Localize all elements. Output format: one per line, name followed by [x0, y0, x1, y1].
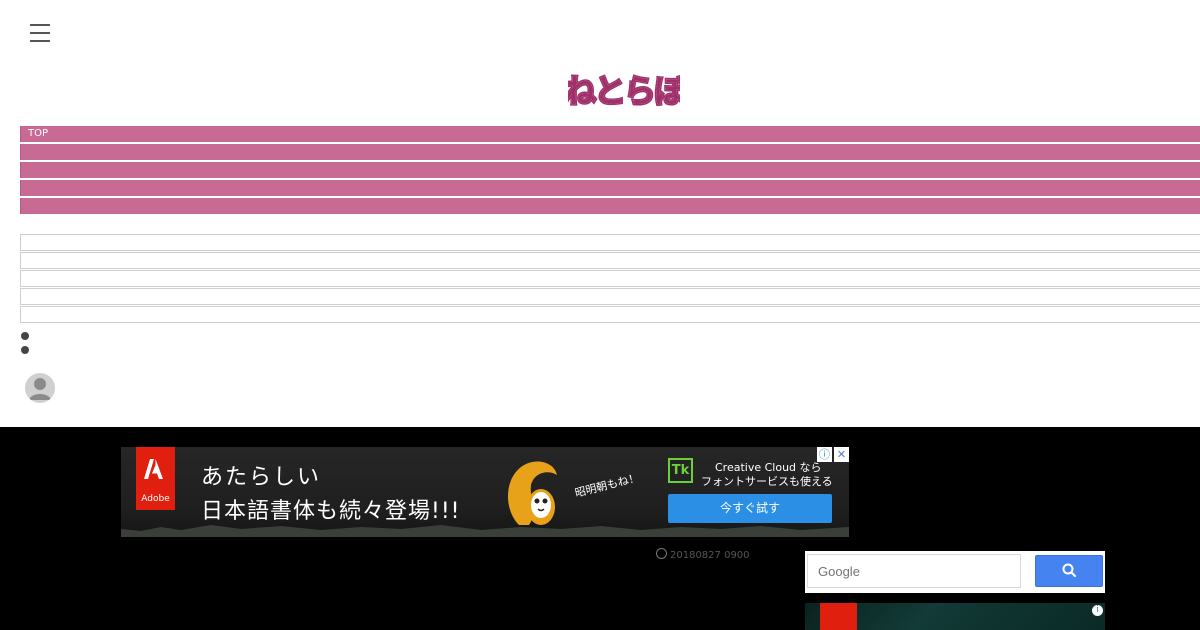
- search-icon: [1062, 563, 1077, 578]
- hamburger-icon[interactable]: [30, 24, 50, 42]
- sub-nav-item[interactable]: [20, 252, 1200, 269]
- user-icon: [25, 373, 55, 403]
- svg-text:ねとらぼ: ねとらぼ: [568, 72, 680, 110]
- adobe-logo: [820, 603, 857, 630]
- search-input[interactable]: [807, 554, 1021, 588]
- sub-nav: [20, 234, 1200, 324]
- main-nav: TOP: [20, 126, 1200, 216]
- adobe-icon: [144, 459, 163, 479]
- ad-slogan: 昭明朝もね！: [573, 471, 641, 500]
- ad-banner[interactable]: Adobe あたらしい 日本語書体も続々登場!!! 昭明朝もね！ Tk Crea…: [121, 447, 849, 537]
- clock-icon: [656, 548, 667, 559]
- adobe-logo: Adobe: [136, 447, 175, 510]
- adobe-label: Adobe: [141, 494, 170, 504]
- info-icon[interactable]: ⓘ: [817, 447, 832, 462]
- nav-item-top[interactable]: TOP: [20, 126, 1200, 142]
- nav-item[interactable]: [20, 162, 1200, 178]
- site-logo[interactable]: ねとらぼ ねとらぼ: [568, 66, 680, 114]
- nav-item[interactable]: [20, 144, 1200, 160]
- bullet-dot: [21, 332, 29, 340]
- nav-item[interactable]: [20, 198, 1200, 214]
- search-button[interactable]: [1035, 555, 1103, 587]
- ad-cc-line2: フォントサービスも使える: [701, 475, 833, 488]
- sub-nav-item[interactable]: [20, 270, 1200, 287]
- bullet-dot: [21, 346, 29, 354]
- nav-item[interactable]: [20, 180, 1200, 196]
- side-ad[interactable]: i: [805, 603, 1105, 630]
- grass-decoration: [121, 525, 849, 537]
- typekit-badge: Tk: [668, 458, 693, 483]
- sub-nav-item[interactable]: [20, 288, 1200, 305]
- avatar[interactable]: [25, 373, 55, 403]
- timestamp-text: 20180827 0900: [670, 550, 750, 561]
- ad-headline-1: あたらしい: [201, 465, 322, 490]
- sub-nav-item[interactable]: [20, 306, 1200, 323]
- search-widget: [805, 551, 1105, 593]
- info-icon[interactable]: i: [1092, 605, 1103, 616]
- sub-nav-item[interactable]: [20, 234, 1200, 251]
- post-timestamp: 20180827 0900: [656, 548, 750, 561]
- close-icon[interactable]: ✕: [834, 447, 849, 462]
